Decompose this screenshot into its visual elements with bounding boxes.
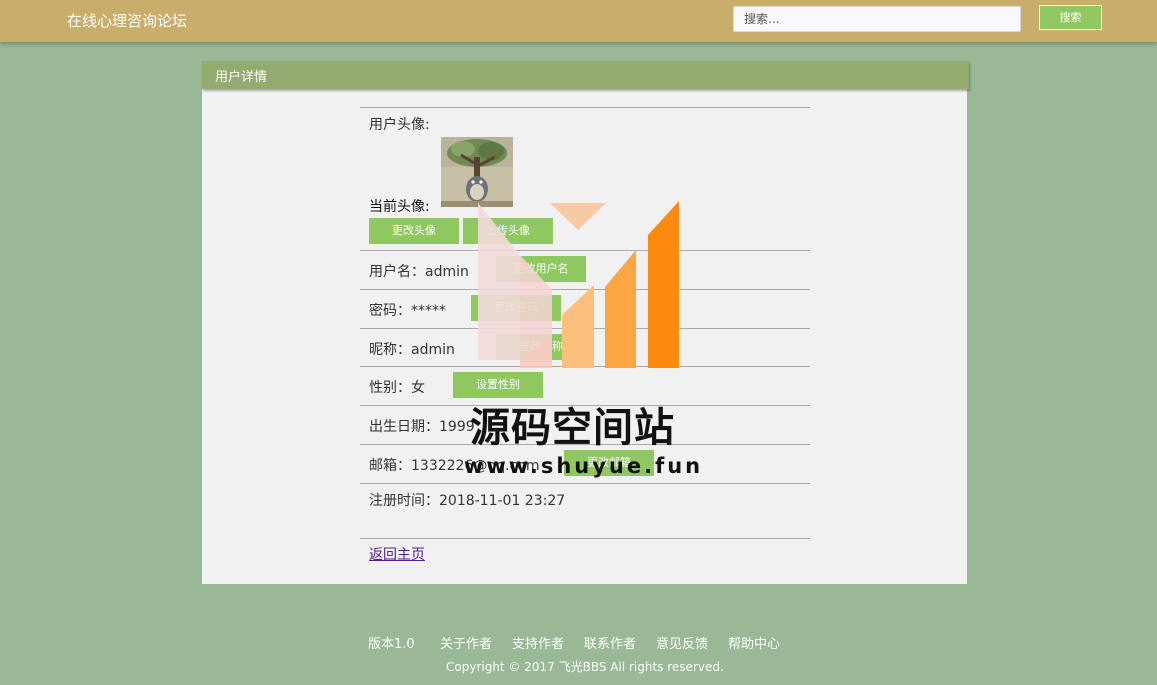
- divider: [360, 483, 810, 484]
- search-input[interactable]: [733, 6, 1021, 32]
- divider: [360, 107, 810, 108]
- footer-link-feedback[interactable]: 意见反馈: [656, 633, 708, 652]
- divider: [360, 250, 810, 251]
- user-detail-panel: 用户详情: [202, 61, 969, 584]
- site-title[interactable]: 在线心理咨询论坛: [67, 10, 187, 31]
- current-avatar-label: 当前头像:: [369, 199, 430, 215]
- change-password-button[interactable]: 更改密码: [471, 295, 561, 321]
- footer-link-support[interactable]: 支持作者: [512, 633, 564, 652]
- upload-avatar-button[interactable]: 上传头像: [463, 218, 553, 244]
- divider: [360, 444, 810, 445]
- divider: [360, 405, 810, 406]
- top-header: 在线心理咨询论坛 搜索: [0, 0, 1157, 42]
- divider: [360, 538, 810, 539]
- back-home-link[interactable]: 返回主页: [369, 544, 425, 564]
- footer-link-contact[interactable]: 联系作者: [584, 633, 636, 652]
- birthday-text: 出生日期：1999: [369, 419, 475, 435]
- footer-link-version[interactable]: 版本1.0: [368, 633, 415, 652]
- set-gender-button[interactable]: 设置性别: [453, 372, 543, 398]
- panel-header: 用户详情: [202, 61, 969, 89]
- username-text: 用户名：admin: [369, 264, 469, 280]
- change-username-button[interactable]: 更改用户名: [496, 256, 586, 282]
- copyright-text: Copyright © 2017 飞光BBS All rights reserv…: [446, 660, 724, 674]
- divider: [360, 366, 810, 367]
- divider: [360, 328, 810, 329]
- avatar-image: [441, 137, 513, 207]
- change-nickname-button[interactable]: 更改昵称: [496, 334, 586, 360]
- divider: [360, 289, 810, 290]
- change-avatar-button[interactable]: 更改头像: [369, 218, 459, 244]
- avatar-label: 用户头像:: [369, 117, 430, 133]
- register-time-text: 注册时间：2018-11-01 23:27: [369, 493, 566, 509]
- change-email-button[interactable]: 更改邮箱: [564, 450, 654, 476]
- search-button[interactable]: 搜索: [1039, 5, 1102, 30]
- footer-link-about[interactable]: 关于作者: [440, 633, 492, 652]
- panel-title: 用户详情: [215, 70, 268, 85]
- avatar: [441, 137, 513, 207]
- email-text: 邮箱：1332226@qq.com: [369, 458, 540, 474]
- nickname-text: 昵称：admin: [369, 342, 455, 358]
- password-text: 密码：*****: [369, 303, 446, 319]
- footer-link-help[interactable]: 帮助中心: [728, 633, 780, 652]
- gender-text: 性别：女: [369, 380, 425, 396]
